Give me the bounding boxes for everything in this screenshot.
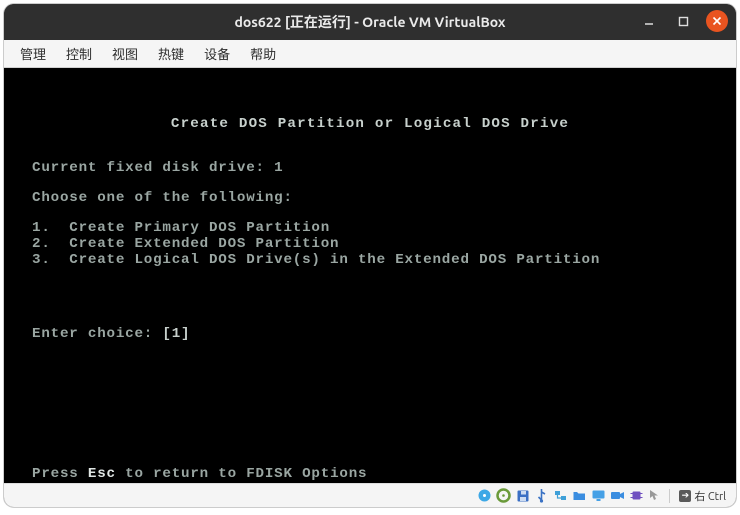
fdisk-title: Create DOS Partition or Logical DOS Driv… xyxy=(32,116,708,132)
fdisk-option-2: 2. Create Extended DOS Partition xyxy=(32,236,708,252)
usb-icon[interactable] xyxy=(533,487,550,504)
menubar: 管理 控制 视图 热键 设备 帮助 xyxy=(4,40,736,68)
host-key-arrow-icon: ➔ xyxy=(679,490,691,502)
fdisk-option-3: 3. Create Logical DOS Drive(s) in the Ex… xyxy=(32,252,708,268)
recording-icon[interactable] xyxy=(609,487,626,504)
hard-disk-icon[interactable] xyxy=(476,487,493,504)
menu-help[interactable]: 帮助 xyxy=(242,41,284,66)
window-title: dos622 [正在运行] - Oracle VM VirtualBox xyxy=(234,12,505,32)
enter-choice-value[interactable]: [1] xyxy=(162,326,190,342)
floppy-icon[interactable] xyxy=(514,487,531,504)
processor-icon[interactable] xyxy=(628,487,645,504)
statusbar: ➔ 右 Ctrl xyxy=(4,483,736,507)
maximize-button[interactable] xyxy=(672,10,694,32)
menu-hotkeys[interactable]: 热键 xyxy=(150,41,192,66)
close-button[interactable] xyxy=(706,10,728,32)
minimize-button[interactable] xyxy=(638,10,660,32)
current-disk-value: 1 xyxy=(274,160,283,176)
footer-post: to return to FDISK Options xyxy=(116,466,367,482)
choose-label: Choose one of the following: xyxy=(32,190,708,206)
display-icon[interactable] xyxy=(590,487,607,504)
virtualbox-window: dos622 [正在运行] - Oracle VM VirtualBox 管理 … xyxy=(4,4,736,507)
shared-folder-icon[interactable] xyxy=(571,487,588,504)
footer-hint: Press Esc to return to FDISK Options xyxy=(32,466,367,482)
optical-disk-icon[interactable] xyxy=(495,487,512,504)
fdisk-option-1: 1. Create Primary DOS Partition xyxy=(32,220,708,236)
enter-choice-line: Enter choice: [1] xyxy=(32,326,708,342)
menu-control[interactable]: 控制 xyxy=(58,41,100,66)
current-disk-line: Current fixed disk drive: 1 xyxy=(32,160,708,176)
menu-view[interactable]: 视图 xyxy=(104,41,146,66)
mouse-integration-icon[interactable] xyxy=(647,487,664,504)
menu-devices[interactable]: 设备 xyxy=(196,41,238,66)
statusbar-separator xyxy=(669,489,670,503)
host-key-label: 右 Ctrl xyxy=(694,488,726,504)
esc-key-label: Esc xyxy=(88,466,116,482)
host-key-indicator[interactable]: ➔ 右 Ctrl xyxy=(675,488,730,504)
window-controls xyxy=(638,10,728,32)
menu-manage[interactable]: 管理 xyxy=(12,41,54,66)
network-icon[interactable] xyxy=(552,487,569,504)
titlebar: dos622 [正在运行] - Oracle VM VirtualBox xyxy=(4,4,736,40)
footer-pre: Press xyxy=(32,466,88,482)
enter-choice-label: Enter choice: xyxy=(32,326,162,342)
current-disk-label: Current fixed disk drive: xyxy=(32,160,274,176)
guest-screen[interactable]: Create DOS Partition or Logical DOS Driv… xyxy=(4,68,736,483)
